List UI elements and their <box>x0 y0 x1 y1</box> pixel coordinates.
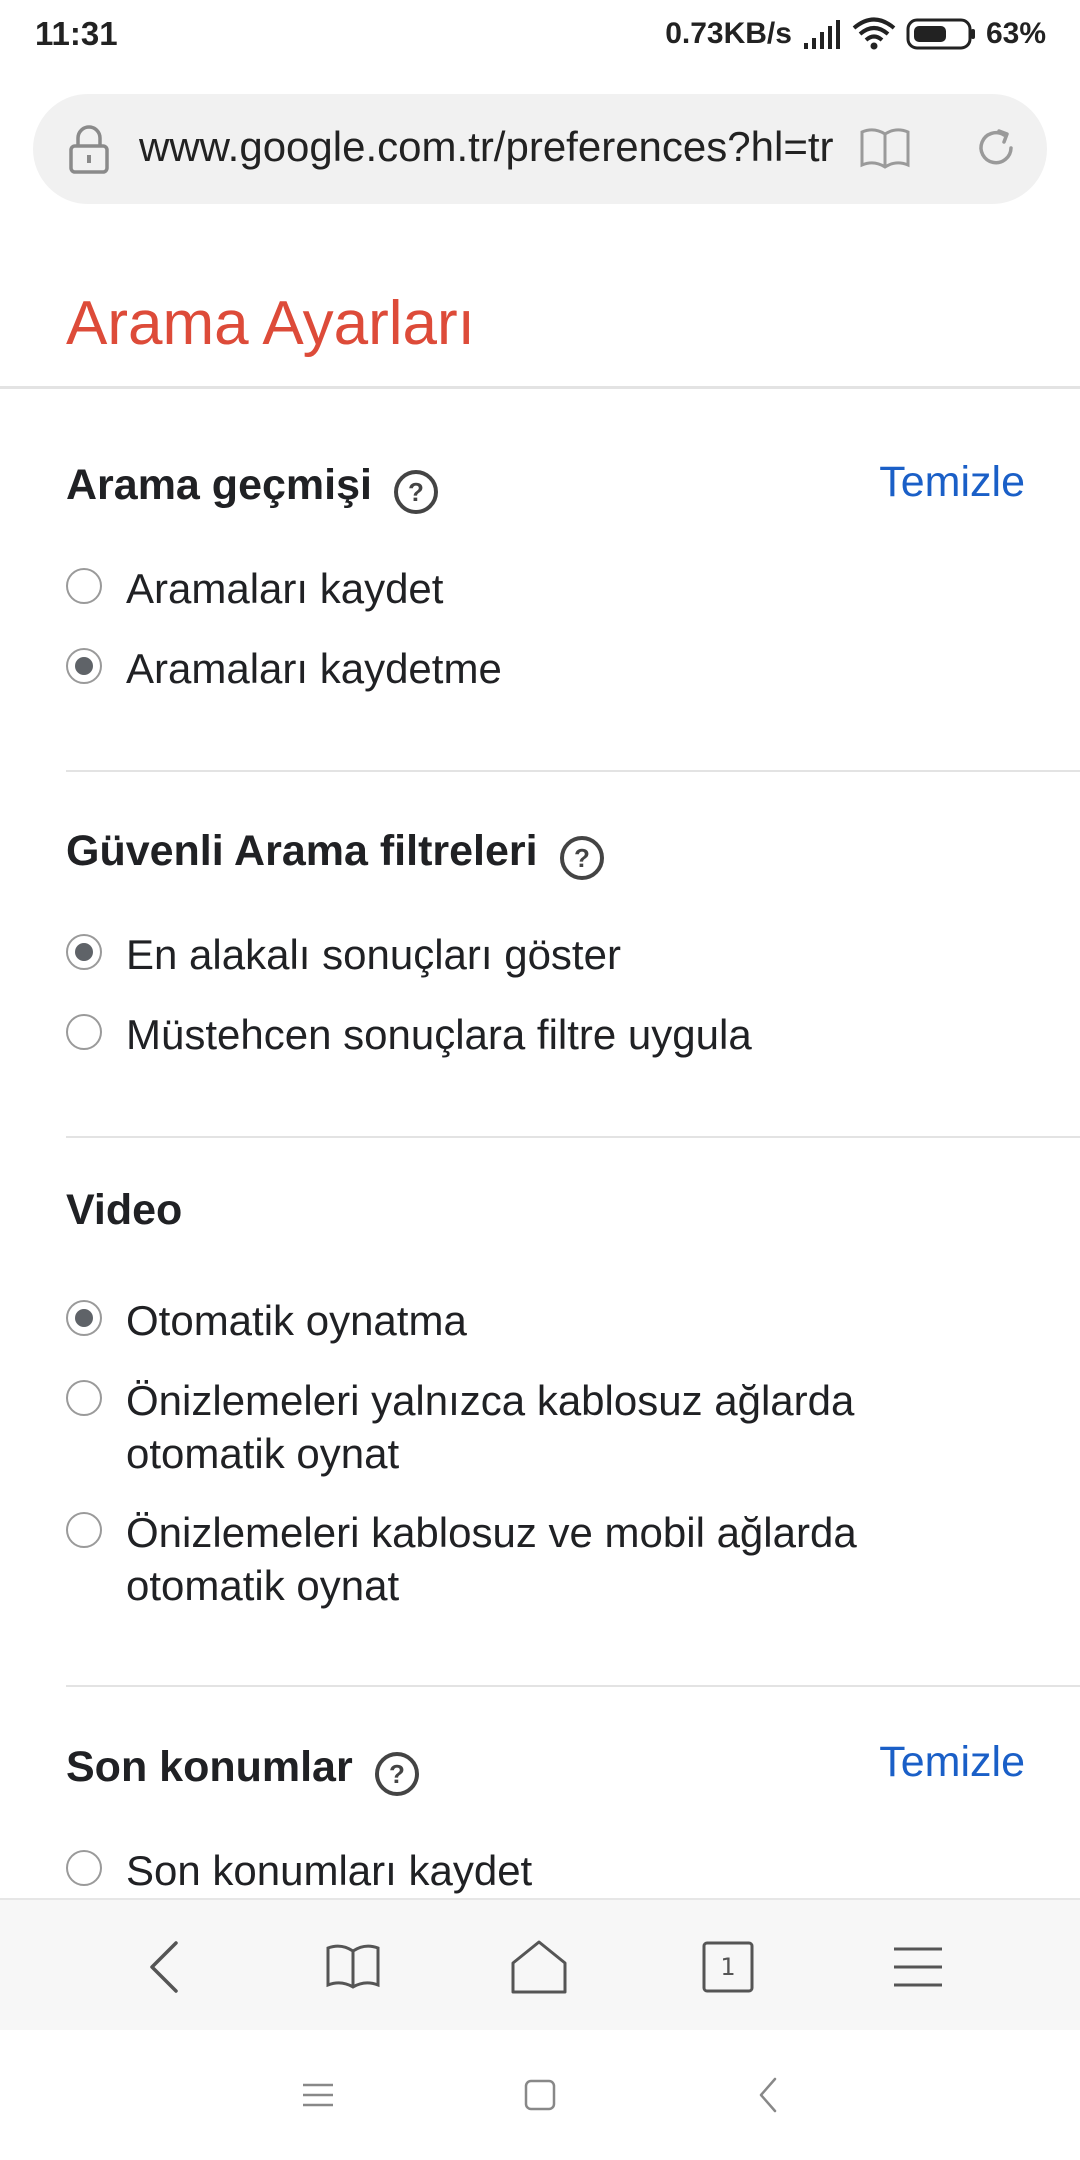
reload-icon[interactable] <box>973 125 1019 171</box>
menu-button[interactable] <box>883 1932 953 2002</box>
radio-option-save-locations[interactable]: Son konumları kaydet <box>66 1844 1006 1897</box>
radio-button-checked[interactable] <box>66 1300 102 1336</box>
search-history-title: Arama geçmişi <box>66 460 372 509</box>
radio-button[interactable] <box>66 1380 102 1416</box>
radio-option-dont-save-searches[interactable]: Aramaları kaydetme <box>66 642 1006 695</box>
reader-mode-icon[interactable] <box>859 127 911 171</box>
radio-button[interactable] <box>66 1512 102 1548</box>
radio-button-checked[interactable] <box>66 934 102 970</box>
status-icons: 0.73KB/s 63% <box>665 14 1046 54</box>
radio-label: Önizlemeleri kablosuz ve mobil ağlarda o… <box>126 1509 857 1609</box>
divider <box>66 1136 1080 1138</box>
svg-text:?: ? <box>408 477 424 507</box>
radio-option-save-searches[interactable]: Aramaları kaydet <box>66 562 1006 615</box>
divider <box>0 386 1080 389</box>
radio-button[interactable] <box>66 568 102 604</box>
home-button[interactable] <box>504 1932 574 2002</box>
search-history-heading: Arama geçmişi ? <box>66 454 440 516</box>
clear-locations-link[interactable]: Temizle <box>879 1738 1025 1787</box>
svg-text:?: ? <box>574 843 590 873</box>
radio-button[interactable] <box>66 1850 102 1886</box>
svg-text:?: ? <box>389 1759 405 1789</box>
radio-label: Önizlemeleri yalnızca kablosuz ağlarda o… <box>126 1377 855 1477</box>
status-bar: 11:31 0.73KB/s 63% <box>0 0 1080 70</box>
page-title: Arama Ayarları <box>66 289 475 358</box>
back-icon <box>150 1941 178 1993</box>
radio-button-checked[interactable] <box>66 648 102 684</box>
url-text[interactable]: www.google.com.tr/preferences?hl=tr <box>139 123 839 171</box>
help-icon[interactable]: ? <box>558 834 606 882</box>
help-icon[interactable]: ? <box>392 468 440 516</box>
safesearch-heading: Güvenli Arama filtreleri ? <box>66 820 606 882</box>
tabs-button[interactable]: 1 <box>693 1932 763 2002</box>
back-chevron-icon <box>759 2077 777 2113</box>
bookmarks-button[interactable] <box>318 1932 388 2002</box>
network-speed: 0.73KB/s <box>665 17 792 50</box>
browser-toolbar: 1 <box>0 1898 1080 2032</box>
radio-label: Son konumları kaydet <box>126 1847 533 1894</box>
radio-label: Otomatik oynatma <box>126 1297 467 1344</box>
radio-label: Aramaları kaydetme <box>126 645 502 692</box>
divider <box>66 1685 1080 1687</box>
radio-option-autoplay[interactable]: Otomatik oynatma <box>66 1294 1006 1347</box>
status-time: 11:31 <box>35 15 118 52</box>
radio-option-wifi-mobile-preview[interactable]: Önizlemeleri kablosuz ve mobil ağlarda o… <box>66 1506 1006 1612</box>
home-nav-button[interactable] <box>515 2070 565 2120</box>
radio-label: Müstehcen sonuçlara filtre uygula <box>126 1011 752 1058</box>
recent-locations-heading: Son konumlar ? <box>66 1736 421 1798</box>
radio-option-filter-explicit[interactable]: Müstehcen sonuçlara filtre uygula <box>66 1008 1006 1061</box>
back-nav-button[interactable] <box>743 2070 793 2120</box>
address-bar[interactable]: www.google.com.tr/preferences?hl=tr <box>33 94 1047 204</box>
safesearch-title: Güvenli Arama filtreleri <box>66 826 538 875</box>
recents-icon <box>303 2083 333 2107</box>
battery-percent: 63% <box>985 17 1046 50</box>
home-icon <box>511 1940 567 1994</box>
radio-label: Aramaları kaydet <box>126 565 444 612</box>
video-title: Video <box>66 1186 183 1234</box>
video-heading: Video <box>66 1186 182 1235</box>
help-icon[interactable]: ? <box>373 1750 421 1798</box>
radio-label: En alakalı sonuçları göster <box>126 931 621 978</box>
clear-history-link[interactable]: Temizle <box>879 458 1025 507</box>
system-navigation-bar <box>0 2030 1080 2160</box>
bookmarks-icon <box>326 1944 380 1989</box>
divider <box>66 770 1080 772</box>
radio-option-most-relevant[interactable]: En alakalı sonuçları göster <box>66 928 1006 981</box>
signal-icon <box>803 20 840 49</box>
radio-button[interactable] <box>66 1014 102 1050</box>
radio-option-wifi-only-preview[interactable]: Önizlemeleri yalnızca kablosuz ağlarda o… <box>66 1374 1006 1480</box>
menu-icon <box>894 1947 942 1987</box>
home-square-icon <box>524 2079 556 2111</box>
recents-button[interactable] <box>293 2070 343 2120</box>
lock-icon <box>69 125 109 174</box>
wifi-icon <box>852 17 896 50</box>
battery-icon <box>906 18 975 50</box>
back-button[interactable] <box>129 1932 199 2002</box>
recent-locations-title: Son konumlar <box>66 1742 353 1791</box>
tab-count: 1 <box>720 1953 736 1981</box>
